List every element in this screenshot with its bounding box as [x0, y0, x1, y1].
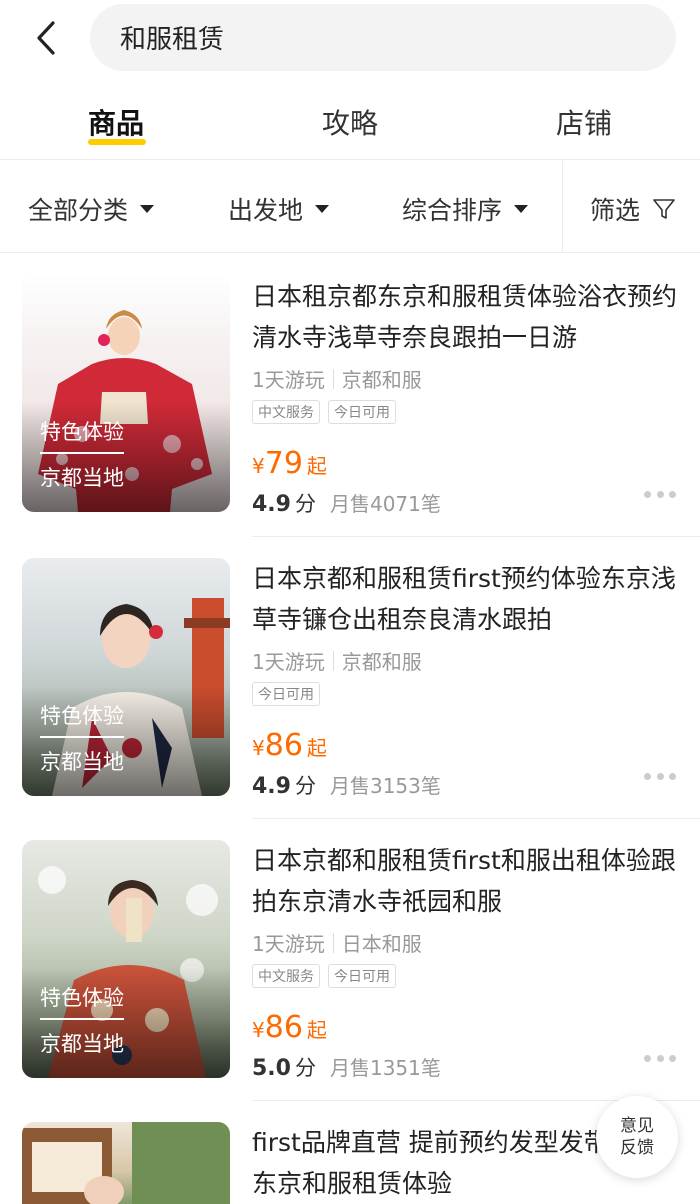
departure-filter-label: 出发地	[228, 196, 304, 225]
storefront-image	[22, 1122, 230, 1204]
sort-filter[interactable]: 综合排序	[402, 191, 529, 227]
product-image: 特色体验 京都当地	[22, 558, 230, 796]
more-options-icon[interactable]	[644, 1055, 676, 1063]
product-card[interactable]: 特色体验 京都当地 日本租京都东京和服租赁体验浴衣预约清水寺浅草寺奈良跟拍一日游…	[0, 254, 700, 536]
rating-score: 4.9	[252, 492, 291, 517]
header: 和服租赁	[0, 0, 700, 80]
tag-available-today: 今日可用	[252, 682, 320, 706]
tag-available-today: 今日可用	[328, 400, 396, 424]
product-title: 日本租京都东京和服租赁体验浴衣预约清水寺浅草寺奈良跟拍一日游	[252, 282, 678, 352]
feedback-label-line2: 反馈	[620, 1138, 654, 1158]
product-image: 特色体验 京都当地	[22, 274, 230, 512]
location-badge: 京都当地	[40, 750, 124, 774]
rating-unit: 分	[294, 774, 316, 798]
category-label: 京都和服	[341, 650, 422, 674]
more-options-icon[interactable]	[644, 491, 676, 499]
row-divider	[252, 536, 700, 537]
filter-bar: 全部分类 出发地 综合排序 筛选	[0, 161, 700, 253]
category-label: 日本和服	[341, 932, 422, 956]
more-options-icon[interactable]	[644, 773, 676, 781]
category-label: 京都和服	[341, 368, 422, 392]
product-card[interactable]: 特色体验 京都当地 日本京都和服租赁first和服出租体验跟拍东京清水寺祇园和服…	[0, 820, 700, 1100]
back-arrow-icon	[37, 21, 55, 55]
product-image	[22, 1122, 230, 1204]
product-card[interactable]: first品牌直营 提前预约发型发带 京都东京和服租赁体验	[0, 1102, 700, 1204]
category-filter-label: 全部分类	[28, 196, 129, 225]
caret-down-icon	[315, 205, 330, 213]
feedback-label-line1: 意见	[620, 1116, 654, 1136]
price-value: 86	[264, 728, 303, 763]
funnel-icon	[652, 197, 676, 221]
location-badge: 京都当地	[40, 1032, 124, 1056]
product-title: 日本京都和服租赁first预约体验东京浅草寺镰仓出租奈良清水跟拍	[252, 564, 676, 634]
price-suffix: 起	[306, 736, 327, 760]
feature-badge: 特色体验	[40, 982, 124, 1020]
product-title: 日本京都和服租赁first和服出租体验跟拍东京清水寺祇园和服	[252, 846, 676, 916]
duration-label: 1天游玩	[252, 368, 325, 392]
rating-unit: 分	[294, 1056, 316, 1080]
back-button[interactable]	[28, 16, 64, 60]
product-tags: 今日可用	[252, 682, 320, 706]
product-card[interactable]: 特色体验 京都当地 日本京都和服租赁first预约体验东京浅草寺镰仓出租奈良清水…	[0, 538, 700, 818]
filter-divider	[562, 161, 563, 253]
product-rating: 4.9 分 月售4071笔	[252, 488, 441, 518]
price-currency: ¥	[252, 736, 265, 760]
monthly-sales: 月售1351笔	[329, 1056, 441, 1080]
feature-badge: 特色体验	[40, 700, 124, 738]
caret-down-icon	[514, 205, 529, 213]
rating-score: 4.9	[252, 774, 291, 799]
feature-badge: 特色体验	[40, 416, 124, 454]
duration-label: 1天游玩	[252, 650, 325, 674]
meta-divider	[332, 650, 334, 671]
price-currency: ¥	[252, 1018, 265, 1042]
tab-bar: 商品 攻略 店铺	[0, 82, 700, 160]
product-tags: 中文服务 今日可用	[252, 964, 396, 988]
product-rating: 4.9 分 月售3153笔	[252, 770, 441, 800]
product-rating: 5.0 分 月售1351笔	[252, 1052, 441, 1082]
product-price: ¥ 86 起	[252, 1010, 327, 1045]
tag-chinese-service: 中文服务	[252, 400, 320, 424]
product-price: ¥ 79 起	[252, 446, 327, 481]
meta-divider	[332, 368, 334, 389]
tag-available-today: 今日可用	[328, 964, 396, 988]
screen-filter-label: 筛选	[590, 196, 641, 225]
tab-shops[interactable]: 店铺	[556, 102, 612, 142]
tab-guides[interactable]: 攻略	[322, 102, 378, 142]
sort-filter-label: 综合排序	[402, 196, 503, 225]
search-query: 和服租赁	[120, 25, 225, 55]
price-suffix: 起	[306, 454, 327, 478]
price-currency: ¥	[252, 454, 265, 478]
tag-chinese-service: 中文服务	[252, 964, 320, 988]
tab-products[interactable]: 商品	[88, 102, 144, 142]
row-divider	[252, 818, 700, 819]
active-tab-indicator	[88, 139, 146, 145]
monthly-sales: 月售3153笔	[329, 774, 441, 798]
feedback-button[interactable]: 意见 反馈	[596, 1096, 678, 1178]
caret-down-icon	[140, 205, 155, 213]
location-badge: 京都当地	[40, 466, 124, 490]
screen-filter-button[interactable]: 筛选	[590, 191, 676, 227]
search-input[interactable]: 和服租赁	[90, 4, 676, 71]
rating-unit: 分	[294, 492, 316, 516]
category-filter[interactable]: 全部分类	[28, 191, 155, 227]
product-image: 特色体验 京都当地	[22, 840, 230, 1078]
meta-divider	[332, 932, 334, 953]
price-value: 86	[264, 1010, 303, 1045]
product-meta: 1天游玩 京都和服	[252, 364, 422, 393]
duration-label: 1天游玩	[252, 932, 325, 956]
product-meta: 1天游玩 日本和服	[252, 928, 422, 957]
price-value: 79	[264, 446, 303, 481]
monthly-sales: 月售4071笔	[329, 492, 441, 516]
product-price: ¥ 86 起	[252, 728, 327, 763]
rating-score: 5.0	[252, 1056, 291, 1081]
product-meta: 1天游玩 京都和服	[252, 646, 422, 675]
product-tags: 中文服务 今日可用	[252, 400, 396, 424]
price-suffix: 起	[306, 1018, 327, 1042]
departure-filter[interactable]: 出发地	[228, 191, 330, 227]
